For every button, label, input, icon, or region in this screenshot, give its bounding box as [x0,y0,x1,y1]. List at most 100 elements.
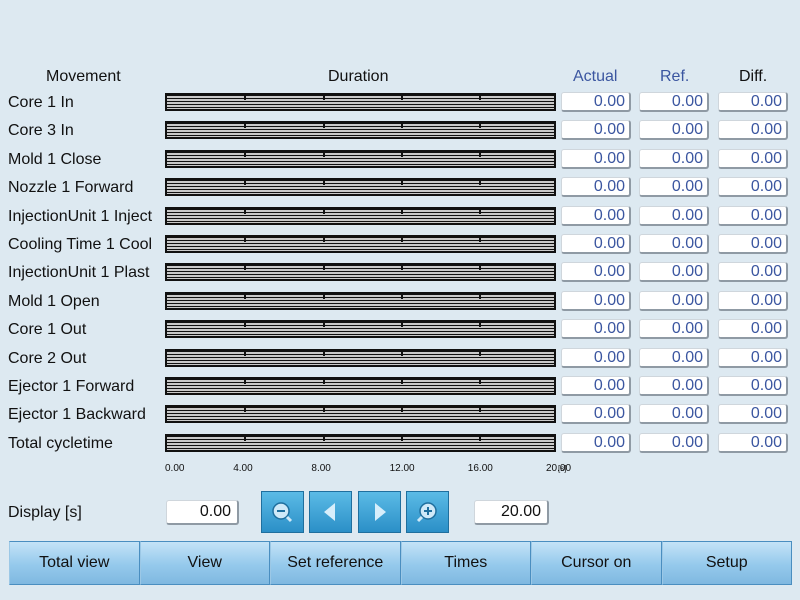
duration-bar [165,320,556,338]
ref-value-field: 0.00 [639,177,709,197]
header-movement: Movement [46,68,121,85]
zoom-out-button[interactable] [261,491,304,533]
diff-value-field: 0.00 [718,206,788,226]
setup-button[interactable]: Setup [661,541,792,585]
row-label: InjectionUnit 1 Plast [8,264,150,281]
actual-value-field: 0.00 [561,149,631,169]
bar-tick [479,152,481,157]
bar-tick [323,407,325,412]
bar-tick [401,436,403,441]
diff-value-field: 0.00 [718,262,788,282]
bar-tick [401,351,403,356]
ref-value-field: 0.00 [639,404,709,424]
bar-tick [244,152,246,157]
bar-tick [323,294,325,299]
bar-tick [244,237,246,242]
duration-bar [165,405,556,423]
bar-tick [323,379,325,384]
ref-value-field: 0.00 [639,376,709,396]
duration-bar [165,121,556,139]
display-label: Display [s] [8,504,82,521]
bottom-toolbar: Total view View Set reference Times Curs… [9,541,792,585]
bar-tick [479,379,481,384]
duration-bar [165,178,556,196]
bar-tick [401,95,403,100]
bar-tick [401,123,403,128]
bar-tick [244,209,246,214]
bar-tick [401,180,403,185]
axis-tick-label: 0.00 [165,463,185,474]
row-label: Core 3 In [8,122,74,139]
diff-value-field: 0.00 [718,319,788,339]
scroll-left-button[interactable] [309,491,352,533]
diff-value-field: 0.00 [718,177,788,197]
bar-tick [244,322,246,327]
bar-tick [323,265,325,270]
ref-value-field: 0.00 [639,234,709,254]
scroll-right-button[interactable] [358,491,401,533]
times-button[interactable]: Times [400,541,531,585]
bar-tick [479,123,481,128]
duration-bar [165,93,556,111]
bar-tick [479,436,481,441]
ref-value-field: 0.00 [639,92,709,112]
diff-value-field: 0.00 [718,234,788,254]
duration-bar [165,150,556,168]
display-end-field[interactable]: 20.00 [474,500,549,525]
row-label: Nozzle 1 Forward [8,179,134,196]
bar-tick [323,209,325,214]
bar-tick [401,294,403,299]
actual-value-field: 0.00 [561,206,631,226]
diff-value-field: 0.00 [718,376,788,396]
bar-tick [323,152,325,157]
bar-tick [479,265,481,270]
actual-value-field: 0.00 [561,404,631,424]
set-reference-button[interactable]: Set reference [270,541,401,585]
row-label: Ejector 1 Forward [8,378,135,395]
duration-bar [165,349,556,367]
total-view-button[interactable]: Total view [9,541,140,585]
row-label: Core 2 Out [8,350,87,367]
ref-value-field: 0.00 [639,149,709,169]
cursor-on-button[interactable]: Cursor on [531,541,662,585]
bar-tick [244,379,246,384]
axis-unit-label: [s] [558,464,567,473]
diff-value-field: 0.00 [718,433,788,453]
row-label: Core 1 Out [8,321,87,338]
ref-value-field: 0.00 [639,206,709,226]
bar-tick [323,322,325,327]
duration-bar [165,263,556,281]
bar-tick [323,237,325,242]
actual-value-field: 0.00 [561,433,631,453]
zoom-in-button[interactable] [406,491,449,533]
header-diff: Diff. [739,68,768,85]
bar-tick [401,237,403,242]
header-ref: Ref. [660,68,690,85]
row-label: Mold 1 Open [8,293,100,310]
bar-tick [323,95,325,100]
bar-tick [479,237,481,242]
diff-value-field: 0.00 [718,149,788,169]
bar-tick [323,436,325,441]
ref-value-field: 0.00 [639,291,709,311]
actual-value-field: 0.00 [561,376,631,396]
zoom-out-icon [272,502,293,523]
bar-tick [244,294,246,299]
actual-value-field: 0.00 [561,177,631,197]
ref-value-field: 0.00 [639,348,709,368]
bar-tick [323,351,325,356]
header-actual: Actual [573,68,618,85]
row-label: Core 1 In [8,94,74,111]
bar-tick [479,209,481,214]
ref-value-field: 0.00 [639,120,709,140]
diff-value-field: 0.00 [718,92,788,112]
bar-tick [401,379,403,384]
duration-bar [165,207,556,225]
display-start-field[interactable]: 0.00 [166,500,239,525]
bar-tick [244,436,246,441]
arrow-right-icon [375,503,386,521]
view-button[interactable]: View [139,541,270,585]
row-label: Cooling Time 1 Cool [8,236,153,253]
duration-bar [165,434,556,452]
axis-tick-label: 8.00 [311,463,331,474]
